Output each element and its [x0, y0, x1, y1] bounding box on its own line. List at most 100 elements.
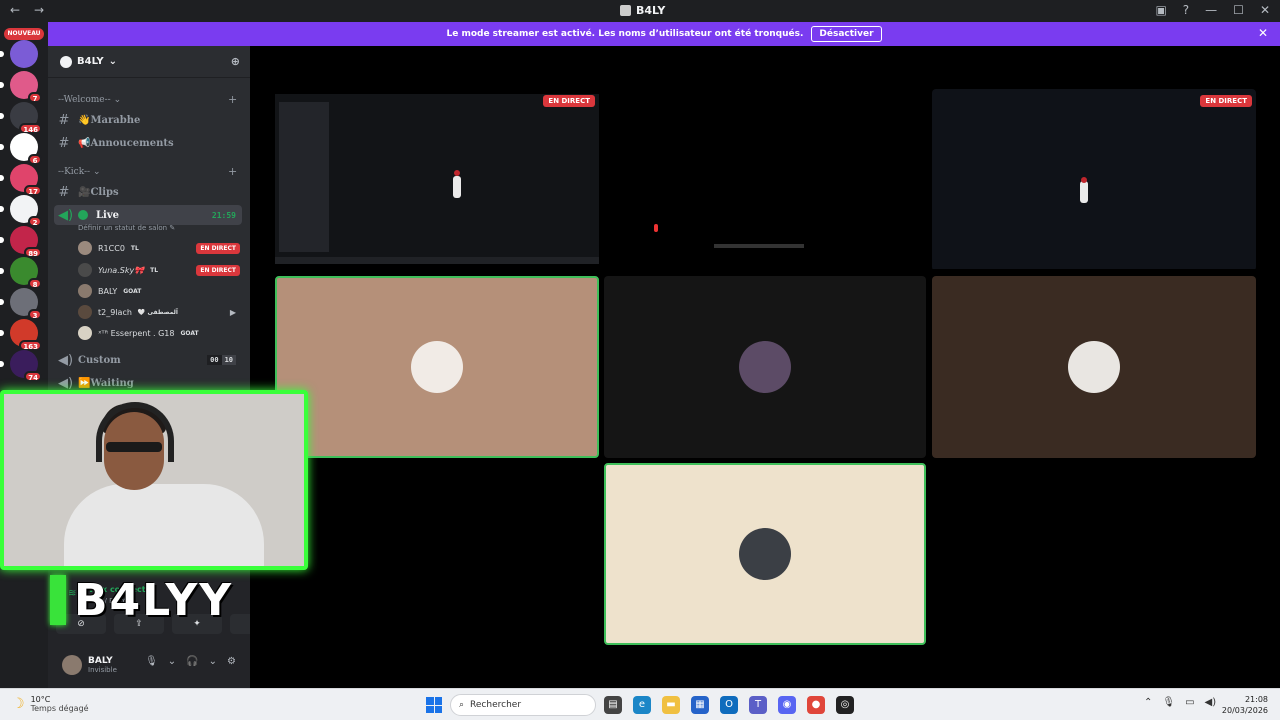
server-name: B4LY — [77, 56, 104, 67]
weather-widget[interactable]: ☽ 10°C Temps dégagé — [12, 695, 89, 713]
headphones-icon[interactable]: 🎧 — [186, 656, 198, 667]
channel-live[interactable]: ◀) Live 21:59 — [54, 205, 242, 225]
discord-icon[interactable]: ◉ — [778, 696, 796, 714]
server-icon-4[interactable]: 6 — [0, 133, 42, 165]
banner-message: Le mode streamer est activé. Les noms d’… — [446, 29, 804, 39]
live-badge: EN DIRECT — [196, 264, 240, 276]
server-icon-6[interactable]: 2 — [0, 195, 42, 227]
taskbar-search[interactable]: ⌕ Rechercher — [450, 694, 596, 716]
mention-badge: 6 — [28, 154, 42, 165]
user-panel: BALY Invisible 🎙 ⌄ 🎧 ⌄ ⚙ — [48, 642, 250, 688]
text-channel-icon: # — [58, 135, 70, 151]
channel-custom[interactable]: ◀) Custom 00 10 — [58, 350, 242, 370]
task-view-icon[interactable]: ▤ — [604, 696, 622, 714]
title-bar: ← → B4LY ▣ ? — ☐ ✕ — [0, 0, 1280, 22]
windows-taskbar: ☽ 10°C Temps dégagé ⌕ Rechercher ▤ e ▬ ▦… — [0, 688, 1280, 720]
speaker-icon: ◀) — [58, 207, 74, 223]
participant-tile-2[interactable] — [604, 276, 926, 458]
add-channel-icon[interactable]: + — [228, 165, 237, 178]
participant-tile-1[interactable] — [275, 276, 599, 458]
mention-badge: 3 — [28, 309, 42, 320]
channel-timer: 21:59 — [211, 210, 236, 220]
avatar — [78, 326, 92, 340]
chevron-down-icon: ⌄ — [108, 56, 118, 67]
banner-close-icon[interactable]: ✕ — [1258, 26, 1268, 40]
volume-icon[interactable]: ◀) — [1205, 697, 1217, 708]
voice-member-t2-9lach[interactable]: t2_9lach 🤍 آلمصطفى ▶ — [78, 303, 242, 321]
server-header[interactable]: B4LY ⌄ ⊕ — [48, 46, 250, 78]
new-badge: NOUVEAU — [4, 28, 44, 40]
system-clock[interactable]: 21:08 20/03/2026 — [1222, 694, 1268, 716]
webcam-overlay — [0, 390, 308, 570]
voice-member-esserpent[interactable]: ˣᵀᴿ Esserpent . G18 GOAT — [78, 324, 242, 342]
unread-pill — [0, 82, 4, 88]
maximize-icon[interactable]: ☐ — [1233, 3, 1244, 17]
stream-tile-3[interactable]: EN DIRECT — [932, 89, 1256, 271]
store-icon[interactable]: ▦ — [691, 696, 709, 714]
outlook-icon[interactable]: O — [720, 696, 738, 714]
category-kick[interactable]: --Kick-- ⌄ + — [58, 165, 237, 178]
avatar[interactable] — [62, 655, 82, 675]
server-icon-3[interactable]: 146 — [0, 102, 42, 134]
unread-pill — [0, 361, 4, 367]
gear-icon[interactable]: ⚙ — [227, 656, 236, 667]
add-channel-icon[interactable]: + — [228, 93, 237, 106]
chevron-down-icon[interactable]: ⌄ — [209, 656, 217, 667]
brand-text: B4LYY — [74, 574, 234, 626]
live-badge: EN DIRECT — [196, 242, 240, 254]
text-channel-icon: # — [58, 184, 70, 200]
minimize-icon[interactable]: — — [1205, 3, 1217, 17]
server-icon-2[interactable]: 7 — [0, 71, 42, 103]
channel-user-count: 00 10 — [207, 355, 236, 365]
mention-badge: 7 — [28, 92, 42, 103]
voice-member-r1cc0[interactable]: R1CC0 TL EN DIRECT — [78, 239, 242, 257]
server-icon-11[interactable]: 74 — [0, 350, 42, 382]
inbox-icon[interactable]: ▣ — [1155, 3, 1166, 17]
mention-badge: 8 — [28, 278, 42, 289]
channel-clips[interactable]: # 🎥Clips — [58, 182, 242, 202]
deactivate-button[interactable]: Désactiver — [811, 26, 882, 42]
participant-tile-3[interactable] — [932, 276, 1256, 458]
file-explorer-icon[interactable]: ▬ — [662, 696, 680, 714]
unread-pill — [0, 113, 4, 119]
teams-icon[interactable]: T — [749, 696, 767, 714]
mention-badge: 2 — [28, 216, 42, 227]
server-icon-1[interactable] — [0, 40, 38, 68]
forward-arrow-icon[interactable]: → — [32, 3, 46, 17]
close-window-icon[interactable]: ✕ — [1260, 3, 1270, 17]
server-icon-8[interactable]: 8 — [0, 257, 42, 289]
chevron-up-icon[interactable]: ⌃ — [1144, 697, 1152, 708]
server-icon-7[interactable]: 89 — [0, 226, 42, 258]
start-button[interactable] — [426, 697, 442, 713]
camera-icon: ▶ — [229, 307, 236, 317]
edge-icon[interactable]: e — [633, 696, 651, 714]
channel-annoucements[interactable]: # 📢Annoucements — [58, 133, 242, 153]
speaker-icon: ◀) — [58, 352, 74, 368]
username: BALY — [88, 656, 113, 666]
voice-member-baly[interactable]: BALY GOAT — [78, 282, 242, 300]
display-icon[interactable]: ▭ — [1185, 697, 1194, 708]
back-arrow-icon[interactable]: ← — [8, 3, 22, 17]
channel-status[interactable]: Définir un statut de salon ✎ — [78, 224, 175, 232]
stream-preview — [932, 89, 1256, 269]
category-welcome[interactable]: --Welcome-- ⌄ + — [58, 93, 237, 106]
invite-people-icon[interactable]: ⊕ — [231, 55, 240, 68]
unread-pill — [0, 299, 4, 305]
voice-member-yuna[interactable]: Yuna.Sky🎀 TL EN DIRECT — [78, 261, 242, 279]
chevron-down-icon[interactable]: ⌄ — [168, 656, 176, 667]
server-icon-9[interactable]: 3 — [0, 288, 42, 320]
avatar — [78, 284, 92, 298]
microphone-icon[interactable]: 🎙 — [1162, 697, 1175, 708]
channel-marabhe[interactable]: # 👋Marabhe — [58, 110, 242, 130]
participant-tile-4[interactable] — [604, 463, 926, 645]
stream-tile-1[interactable]: EN DIRECT — [275, 89, 599, 271]
unread-pill — [0, 268, 4, 274]
help-icon[interactable]: ? — [1183, 3, 1189, 17]
voice-stage: EN DIRECT EN DIRECT — [250, 46, 1280, 688]
server-icon-10[interactable]: 163 — [0, 319, 42, 351]
stream-tile-2[interactable] — [604, 89, 926, 271]
microphone-icon[interactable]: 🎙 — [145, 656, 158, 667]
chrome-icon[interactable]: ● — [807, 696, 825, 714]
server-icon-5[interactable]: 17 — [0, 164, 42, 196]
obs-icon[interactable]: ◎ — [836, 696, 854, 714]
